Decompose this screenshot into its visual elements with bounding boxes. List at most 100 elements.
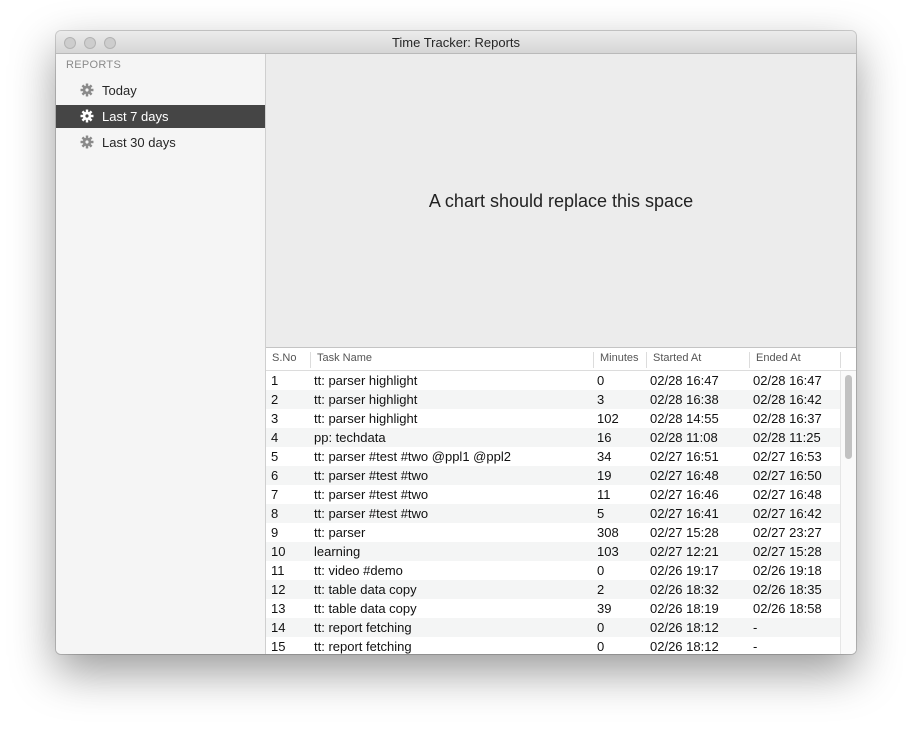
cell-task-name: tt: parser #test #two @ppl1 @ppl2 xyxy=(314,449,511,464)
cell-ended-at: 02/27 15:28 xyxy=(753,544,822,559)
cell-minutes: 39 xyxy=(597,601,612,616)
column-header-minutes[interactable]: Minutes xyxy=(593,352,646,368)
table-header: S.No Task Name Minutes Started At Ended … xyxy=(266,348,856,371)
cell-task-name: pp: techdata xyxy=(314,430,386,445)
cell-task-name: tt: parser #test #two xyxy=(314,506,429,521)
cell-task-name: tt: parser #test #two xyxy=(314,468,429,483)
cell-sno: 7 xyxy=(271,487,279,502)
gear-icon xyxy=(80,109,94,123)
cell-sno: 13 xyxy=(271,601,286,616)
table-row[interactable]: 3 tt: parser highlight 102 02/28 14:55 02/28… xyxy=(266,409,840,428)
cell-sno: 12 xyxy=(271,582,286,597)
cell-sno: 10 xyxy=(271,544,286,559)
cell-task-name: tt: table data copy xyxy=(314,582,417,597)
cell-sno: 15 xyxy=(271,639,286,654)
sidebar-item-today[interactable]: Today xyxy=(56,79,265,102)
table-row[interactable]: 10 learning 103 02/27 12:21 02/27 15:28 xyxy=(266,542,840,561)
cell-sno: 11 xyxy=(271,563,285,578)
column-header-started-at[interactable]: Started At xyxy=(646,352,749,368)
table-row[interactable]: 11 tt: video #demo 0 02/26 19:17 02/26 19:18 xyxy=(266,561,840,580)
cell-started-at: 02/26 18:19 xyxy=(650,601,719,616)
chart-area: A chart should replace this space xyxy=(266,54,856,347)
chart-placeholder-text: A chart should replace this space xyxy=(428,191,694,211)
table-row[interactable]: 5 tt: parser #test #two @ppl1 @ppl2 34 02/2… xyxy=(266,447,840,466)
cell-sno: 6 xyxy=(271,468,279,483)
table-row[interactable]: 1 tt: parser highlight 0 02/28 16:47 02/28 1… xyxy=(266,371,840,390)
cell-sno: 5 xyxy=(271,449,279,464)
report-table: S.No Task Name Minutes Started At Ended … xyxy=(266,347,856,654)
table-row[interactable]: 7 tt: parser #test #two 11 02/27 16:46 02/27… xyxy=(266,485,840,504)
column-header-ended-at[interactable]: Ended At xyxy=(749,352,840,368)
cell-ended-at: 02/27 16:50 xyxy=(753,468,822,483)
sidebar-item-last-7-days[interactable]: Last 7 days xyxy=(56,105,265,128)
cell-ended-at: 02/27 16:53 xyxy=(753,449,822,464)
cell-sno: 3 xyxy=(271,411,279,426)
cell-minutes: 11 xyxy=(597,487,611,502)
gear-icon xyxy=(80,83,94,97)
cell-task-name: tt: parser highlight xyxy=(314,392,418,407)
cell-ended-at: 02/28 16:47 xyxy=(753,373,822,388)
cell-task-name: learning xyxy=(314,544,361,559)
gear-icon xyxy=(80,135,94,149)
title-bar[interactable]: Time Tracker: Reports xyxy=(56,31,856,54)
table-row[interactable]: 15 tt: report fetching 0 02/26 18:12 - xyxy=(266,637,840,654)
cell-task-name: tt: report fetching xyxy=(314,639,412,654)
table-row[interactable]: 12 tt: table data copy 2 02/26 18:32 02/26 1… xyxy=(266,580,840,599)
cell-minutes: 19 xyxy=(597,468,612,483)
cell-minutes: 5 xyxy=(597,506,605,521)
column-header-spacer xyxy=(840,352,856,368)
cell-task-name: tt: video #demo xyxy=(314,563,403,578)
cell-task-name: tt: table data copy xyxy=(314,601,417,616)
cell-ended-at: 02/28 16:42 xyxy=(753,392,822,407)
cell-minutes: 0 xyxy=(597,373,605,388)
cell-ended-at: 02/27 23:27 xyxy=(753,525,822,540)
table-row[interactable]: 4 pp: techdata 16 02/28 11:08 02/28 11:25 xyxy=(266,428,840,447)
cell-ended-at: 02/26 18:35 xyxy=(753,582,822,597)
cell-task-name: tt: parser highlight xyxy=(314,373,418,388)
sidebar-item-label: Last 30 days xyxy=(102,135,176,150)
table-row[interactable]: 6 tt: parser #test #two 19 02/27 16:48 02/27… xyxy=(266,466,840,485)
cell-started-at: 02/28 14:55 xyxy=(650,411,719,426)
cell-started-at: 02/27 16:51 xyxy=(650,449,719,464)
cell-task-name: tt: report fetching xyxy=(314,620,412,635)
cell-minutes: 0 xyxy=(597,563,605,578)
scrollbar-thumb[interactable] xyxy=(845,375,852,459)
cell-ended-at: 02/28 16:37 xyxy=(753,411,822,426)
app-window: Time Tracker: Reports REPORTS Today Last … xyxy=(56,31,856,654)
table-row[interactable]: 14 tt: report fetching 0 02/26 18:12 - xyxy=(266,618,840,637)
cell-minutes: 308 xyxy=(597,525,619,540)
cell-started-at: 02/27 16:48 xyxy=(650,468,719,483)
table-row[interactable]: 2 tt: parser highlight 3 02/28 16:38 02/28 1… xyxy=(266,390,840,409)
cell-minutes: 16 xyxy=(597,430,612,445)
cell-started-at: 02/28 11:08 xyxy=(650,430,718,445)
sidebar-section-label: REPORTS xyxy=(66,59,122,71)
table-row[interactable]: 13 tt: table data copy 39 02/26 18:19 02/26 … xyxy=(266,599,840,618)
sidebar-item-label: Today xyxy=(102,83,137,98)
cell-sno: 4 xyxy=(271,430,279,445)
cell-minutes: 103 xyxy=(597,544,619,559)
column-header-sno[interactable]: S.No xyxy=(266,352,310,368)
column-header-task-name[interactable]: Task Name xyxy=(310,352,593,368)
cell-ended-at: 02/28 11:25 xyxy=(753,430,821,445)
cell-ended-at: 02/27 16:48 xyxy=(753,487,822,502)
cell-started-at: 02/27 12:21 xyxy=(650,544,719,559)
table-row[interactable]: 8 tt: parser #test #two 5 02/27 16:41 02/27 … xyxy=(266,504,840,523)
table-body: 1 tt: parser highlight 0 02/28 16:47 02/28 1… xyxy=(266,371,840,654)
sidebar-item-label: Last 7 days xyxy=(102,109,169,124)
cell-sno: 2 xyxy=(271,392,279,407)
cell-started-at: 02/27 16:41 xyxy=(650,506,719,521)
cell-sno: 9 xyxy=(271,525,279,540)
cell-started-at: 02/27 15:28 xyxy=(650,525,719,540)
table-row[interactable]: 9 tt: parser 308 02/27 15:28 02/27 23:27 xyxy=(266,523,840,542)
cell-started-at: 02/28 16:38 xyxy=(650,392,719,407)
cell-ended-at: 02/26 18:58 xyxy=(753,601,822,616)
cell-task-name: tt: parser highlight xyxy=(314,411,418,426)
cell-ended-at: 02/27 16:42 xyxy=(753,506,822,521)
cell-started-at: 02/26 18:12 xyxy=(650,620,719,635)
sidebar: REPORTS Today Last 7 days Last 30 days xyxy=(56,54,266,654)
table-scrollbar[interactable] xyxy=(840,371,856,654)
cell-task-name: tt: parser #test #two xyxy=(314,487,429,502)
cell-minutes: 0 xyxy=(597,620,605,635)
sidebar-item-last-30-days[interactable]: Last 30 days xyxy=(56,131,265,154)
cell-started-at: 02/28 16:47 xyxy=(650,373,719,388)
